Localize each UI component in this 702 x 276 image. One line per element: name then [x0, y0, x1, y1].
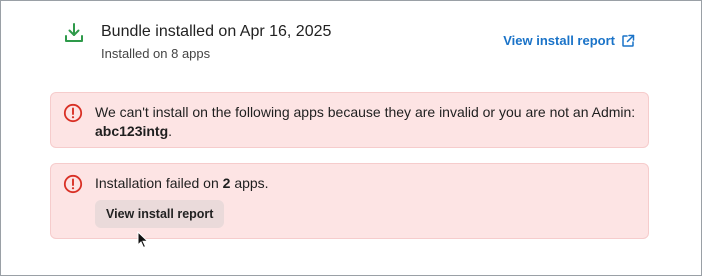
install-status-panel: Bundle installed on Apr 16, 2025 Install… [0, 0, 702, 276]
invalid-apps-message: We can't install on the following apps b… [95, 103, 638, 141]
install-subtitle: Installed on 8 apps [101, 46, 211, 61]
invalid-apps-message-text: We can't install on the following apps b… [95, 104, 636, 120]
install-summary: Bundle installed on Apr 16, 2025 Install… [63, 19, 643, 67]
view-install-report-button[interactable]: View install report [95, 200, 225, 228]
install-title: Bundle installed on Apr 16, 2025 [101, 23, 332, 40]
invalid-apps-alert: We can't install on the following apps b… [50, 92, 649, 148]
view-install-report-link[interactable]: View install report [503, 33, 635, 48]
invalid-app-name: abc123intg [95, 123, 169, 139]
install-failed-message-end: apps. [230, 175, 269, 191]
warning-circle-icon [63, 174, 83, 194]
download-icon [63, 22, 85, 44]
warning-circle-icon [63, 103, 83, 123]
install-failed-alert: Installation failed on 2 apps. View inst… [50, 163, 649, 239]
mouse-pointer-icon [137, 230, 149, 249]
external-link-icon [621, 34, 635, 48]
install-failed-message: Installation failed on 2 apps. [95, 174, 638, 193]
invalid-apps-message-end: . [168, 123, 173, 139]
view-install-report-label: View install report [503, 33, 615, 48]
install-failed-message-text: Installation failed on [95, 175, 223, 191]
